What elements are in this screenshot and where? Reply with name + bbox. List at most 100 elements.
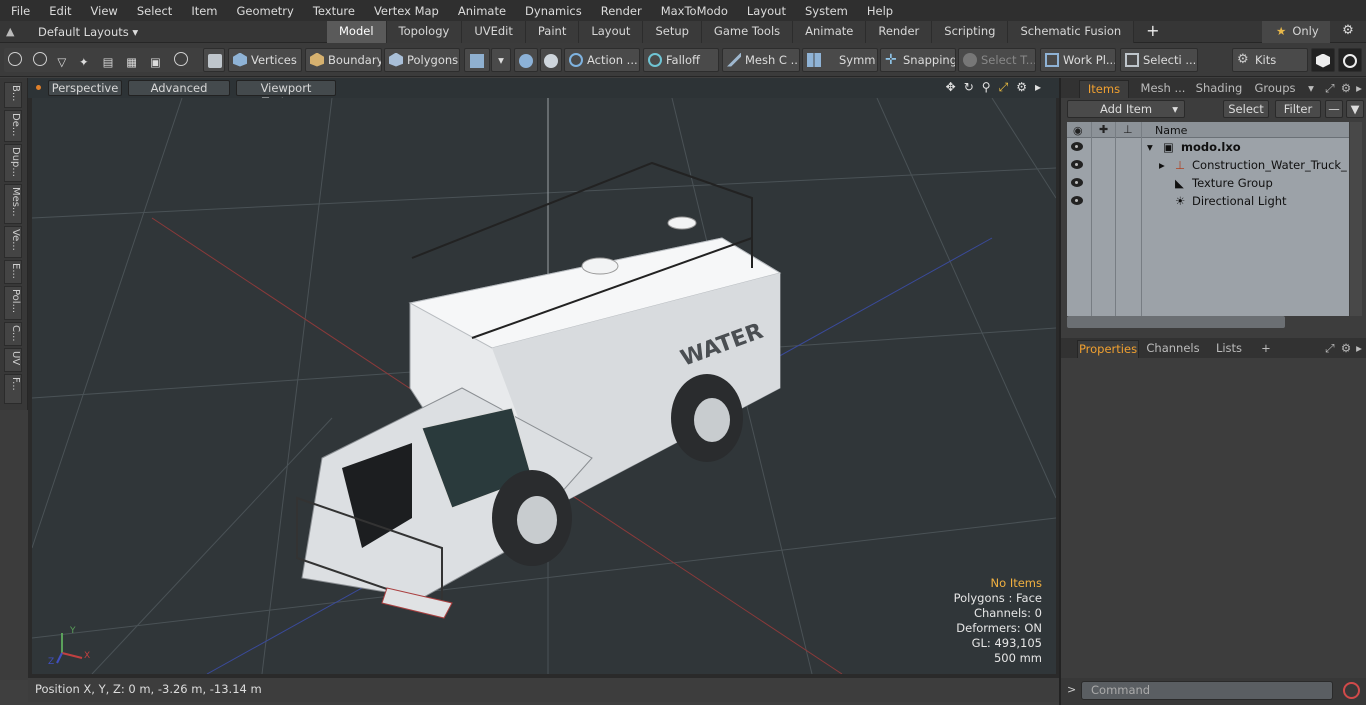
pen-icon[interactable]: ▽: [57, 51, 71, 72]
circle-select-icon[interactable]: [8, 52, 22, 66]
gear-icon[interactable]: ⚙: [1338, 23, 1358, 41]
tab-game-tools[interactable]: Game Tools: [701, 21, 794, 43]
rotate-view-icon[interactable]: ↻: [964, 80, 974, 95]
boundary-button[interactable]: Boundary: [305, 48, 382, 72]
symmetry-shield-button[interactable]: [514, 48, 538, 72]
globe-icon[interactable]: [32, 52, 47, 66]
menu-select[interactable]: Select: [126, 4, 180, 18]
viewport-more-icon[interactable]: ▸: [1035, 80, 1041, 95]
mode-dropdown[interactable]: ▾: [491, 48, 511, 72]
tab-items[interactable]: Items: [1079, 80, 1129, 98]
collapse-arrow-icon[interactable]: ▸: [1159, 158, 1165, 172]
kits-button[interactable]: ⚙ Kits: [1232, 48, 1308, 72]
tab-groups[interactable]: Groups: [1249, 80, 1301, 98]
left-tab-uv[interactable]: UV: [4, 348, 22, 372]
polygons-button[interactable]: Polygons: [384, 48, 460, 72]
expand-arrow-icon[interactable]: ▾: [1147, 140, 1153, 154]
eye-icon[interactable]: [1071, 142, 1083, 151]
panel-arrow-icon[interactable]: ▸: [1353, 340, 1365, 358]
list-item[interactable]: ▸ ⊥ Construction_Water_Truck_ ...: [1067, 156, 1361, 174]
menu-help[interactable]: Help: [856, 4, 901, 18]
menu-layout[interactable]: Layout: [736, 4, 794, 18]
left-tab-polygon[interactable]: Pol...: [4, 286, 22, 320]
box-icon[interactable]: ▤: [103, 51, 117, 72]
panel-arrow-icon[interactable]: ▸: [1353, 80, 1365, 98]
tab-properties[interactable]: Properties: [1077, 340, 1139, 358]
menu-animate[interactable]: Animate: [447, 4, 514, 18]
tab-uvedit[interactable]: UVEdit: [462, 21, 526, 43]
tab-setup[interactable]: Setup: [643, 21, 702, 43]
menu-geometry[interactable]: Geometry: [226, 4, 302, 18]
eye-icon[interactable]: [1071, 196, 1083, 205]
tab-topology[interactable]: Topology: [386, 21, 463, 43]
falloff-button[interactable]: Falloff: [643, 48, 719, 72]
item-list-hscrollbar[interactable]: [1067, 316, 1285, 328]
menu-render[interactable]: Render: [590, 4, 650, 18]
snapping-button[interactable]: ✛ Snapping: [880, 48, 956, 72]
layout-up-icon[interactable]: ▲: [6, 25, 22, 39]
tab-model[interactable]: Model: [327, 21, 387, 43]
tabs-more-icon[interactable]: ▾: [1305, 80, 1317, 98]
frame-icon[interactable]: ▣: [150, 51, 164, 72]
item-mode-button[interactable]: [203, 48, 225, 72]
advanced-button[interactable]: Advanced: [128, 80, 230, 96]
menu-item[interactable]: Item: [180, 4, 225, 18]
eye-icon[interactable]: [1071, 160, 1083, 169]
list-item[interactable]: ☀ Directional Light: [1067, 192, 1349, 210]
collapse-icon[interactable]: —: [1325, 100, 1343, 118]
menu-edit[interactable]: Edit: [38, 4, 79, 18]
command-input[interactable]: Command: [1081, 681, 1333, 700]
move-view-icon[interactable]: ✥: [946, 80, 956, 95]
mesh-constraints-button[interactable]: Mesh C ...: [722, 48, 800, 72]
tab-animate[interactable]: Animate: [793, 21, 867, 43]
vertices-button[interactable]: Vertices: [228, 48, 302, 72]
menu-maxtomodo[interactable]: MaxToModo: [650, 4, 736, 18]
expand-panel-icon[interactable]: ⤢: [1323, 340, 1337, 358]
add-tab-plus-icon[interactable]: +: [1259, 340, 1273, 358]
item-list-scrollbar[interactable]: [1350, 122, 1362, 316]
tab-layout[interactable]: Layout: [579, 21, 644, 43]
left-tab-vertex[interactable]: Ve...: [4, 226, 22, 258]
modo-cube-button[interactable]: [1311, 48, 1335, 72]
tab-scripting[interactable]: Scripting: [932, 21, 1009, 43]
filter-button[interactable]: Filter: [1275, 100, 1321, 118]
tab-channels[interactable]: Channels: [1145, 340, 1201, 358]
fit-view-icon[interactable]: ⤢: [999, 80, 1009, 95]
funnel-icon[interactable]: ▼: [1346, 100, 1364, 118]
zoom-view-icon[interactable]: ⚲: [982, 80, 991, 95]
expand-panel-icon[interactable]: ⤢: [1323, 80, 1337, 98]
tab-shading[interactable]: Shading: [1191, 80, 1247, 98]
only-toggle[interactable]: ★ Only: [1262, 21, 1330, 43]
menu-file[interactable]: File: [0, 4, 38, 18]
record-icon[interactable]: [1343, 682, 1360, 699]
panel-gear-icon[interactable]: ⚙: [1339, 80, 1353, 98]
left-tab-mesh-edit[interactable]: Mes...: [4, 184, 22, 224]
eye-icon[interactable]: [1071, 178, 1083, 187]
left-tab-edge[interactable]: E...: [4, 260, 22, 284]
tab-render[interactable]: Render: [866, 21, 933, 43]
tab-schematic-fusion[interactable]: Schematic Fusion: [1008, 21, 1135, 43]
menu-dynamics[interactable]: Dynamics: [514, 4, 590, 18]
list-item[interactable]: ◣ Texture Group: [1067, 174, 1349, 192]
left-tab-duplicate[interactable]: Dup...: [4, 144, 22, 182]
left-tab-fusion[interactable]: F...: [4, 374, 22, 404]
default-layouts-dropdown[interactable]: Default Layouts ▾: [38, 25, 138, 39]
left-tab-deform[interactable]: De...: [4, 110, 22, 142]
menu-system[interactable]: System: [794, 4, 856, 18]
shield-alt-button[interactable]: [540, 48, 562, 72]
action-center-button[interactable]: Action ...: [564, 48, 640, 72]
menu-vertex-map[interactable]: Vertex Map: [363, 4, 447, 18]
symmetry-button[interactable]: Symm ...: [802, 48, 878, 72]
panel-gear-icon[interactable]: ⚙: [1339, 340, 1353, 358]
tab-mesh[interactable]: Mesh ...: [1133, 80, 1193, 98]
brush-icon[interactable]: ✦: [79, 51, 93, 72]
viewport-textures-button[interactable]: Viewport Textures: [236, 80, 336, 109]
add-tab-plus-icon[interactable]: +: [1134, 21, 1159, 43]
material-mode-button[interactable]: [464, 48, 490, 72]
menu-texture[interactable]: Texture: [302, 4, 363, 18]
select-through-button[interactable]: Select T...: [958, 48, 1036, 72]
select-button[interactable]: Select: [1223, 100, 1269, 118]
work-plane-button[interactable]: Work Pl...: [1040, 48, 1116, 72]
tab-paint[interactable]: Paint: [525, 21, 580, 43]
menu-view[interactable]: View: [80, 4, 126, 18]
